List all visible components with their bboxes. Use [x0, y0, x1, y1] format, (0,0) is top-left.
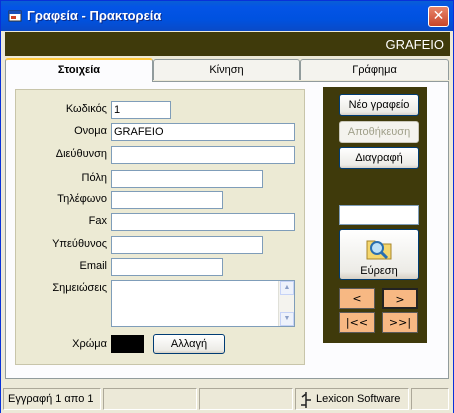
color-swatch: [111, 335, 144, 353]
lexicon-logo-icon: [301, 392, 311, 408]
code-label: Κωδικός: [65, 103, 107, 115]
city-label: Πόλη: [81, 172, 107, 184]
last-record-button[interactable]: >>|: [382, 312, 418, 333]
phone-field[interactable]: [111, 191, 223, 209]
next-record-button[interactable]: >: [382, 288, 418, 309]
brand-label: Lexicon Software: [316, 393, 401, 405]
new-office-button[interactable]: Νέο γραφείο: [339, 94, 419, 116]
record-status: Εγγραφή 1 απο 1: [3, 388, 101, 410]
email-field[interactable]: [111, 258, 223, 276]
delete-button[interactable]: Διαγραφή: [339, 147, 419, 169]
title-bar[interactable]: Γραφεία - Πρακτορεία ✕: [1, 1, 453, 31]
status-cell-5: [411, 388, 449, 410]
city-field[interactable]: [111, 170, 263, 188]
phone-label: Τηλέφωνο: [57, 193, 107, 205]
change-color-button[interactable]: Αλλαγή: [153, 334, 225, 354]
save-button[interactable]: Αποθήκευση: [339, 121, 419, 143]
search-input[interactable]: [339, 205, 419, 225]
status-cell-3: [199, 388, 293, 410]
header-banner: GRAFEIO: [5, 32, 450, 56]
status-cell-2: [103, 388, 197, 410]
fax-label: Fax: [88, 215, 107, 227]
close-button[interactable]: ✕: [428, 6, 449, 27]
first-record-button[interactable]: |<<: [339, 312, 375, 333]
search-button[interactable]: Εύρεση: [339, 229, 419, 280]
window-title: Γραφεία - Πρακτορεία: [27, 8, 162, 23]
name-field[interactable]: GRAFEIO: [111, 123, 295, 141]
notes-scrollbar[interactable]: ▲ ▼: [278, 281, 294, 326]
scroll-down-icon[interactable]: ▼: [280, 312, 294, 326]
address-label: Διεύθυνση: [55, 148, 107, 160]
name-label: Ονομα: [74, 125, 107, 137]
manager-label: Υπεύθυνος: [52, 238, 107, 250]
scroll-up-icon[interactable]: ▲: [280, 281, 294, 295]
tab-details[interactable]: Στοιχεία: [5, 58, 153, 82]
tab-movement[interactable]: Κίνηση: [153, 59, 300, 80]
banner-title: GRAFEIO: [385, 37, 444, 52]
app-icon: [8, 10, 22, 22]
code-field[interactable]: 1: [111, 101, 171, 119]
prev-record-button[interactable]: <: [339, 288, 375, 309]
brand-cell: Lexicon Software: [295, 388, 409, 410]
fax-field[interactable]: [111, 213, 295, 231]
notes-label: Σημειώσεις: [52, 282, 107, 294]
color-label: Χρώμα: [72, 338, 107, 350]
search-button-label: Εύρεση: [360, 265, 398, 277]
manager-field[interactable]: [111, 236, 263, 254]
app-window: Γραφεία - Πρακτορεία ✕ GRAFEIO Στοιχεία …: [0, 0, 454, 413]
magnifier-folder-icon: [366, 240, 392, 260]
email-label: Email: [79, 260, 107, 272]
address-field[interactable]: [111, 146, 295, 164]
tab-chart[interactable]: Γράφημα: [300, 59, 449, 80]
notes-textarea[interactable]: ▲ ▼: [111, 280, 295, 327]
